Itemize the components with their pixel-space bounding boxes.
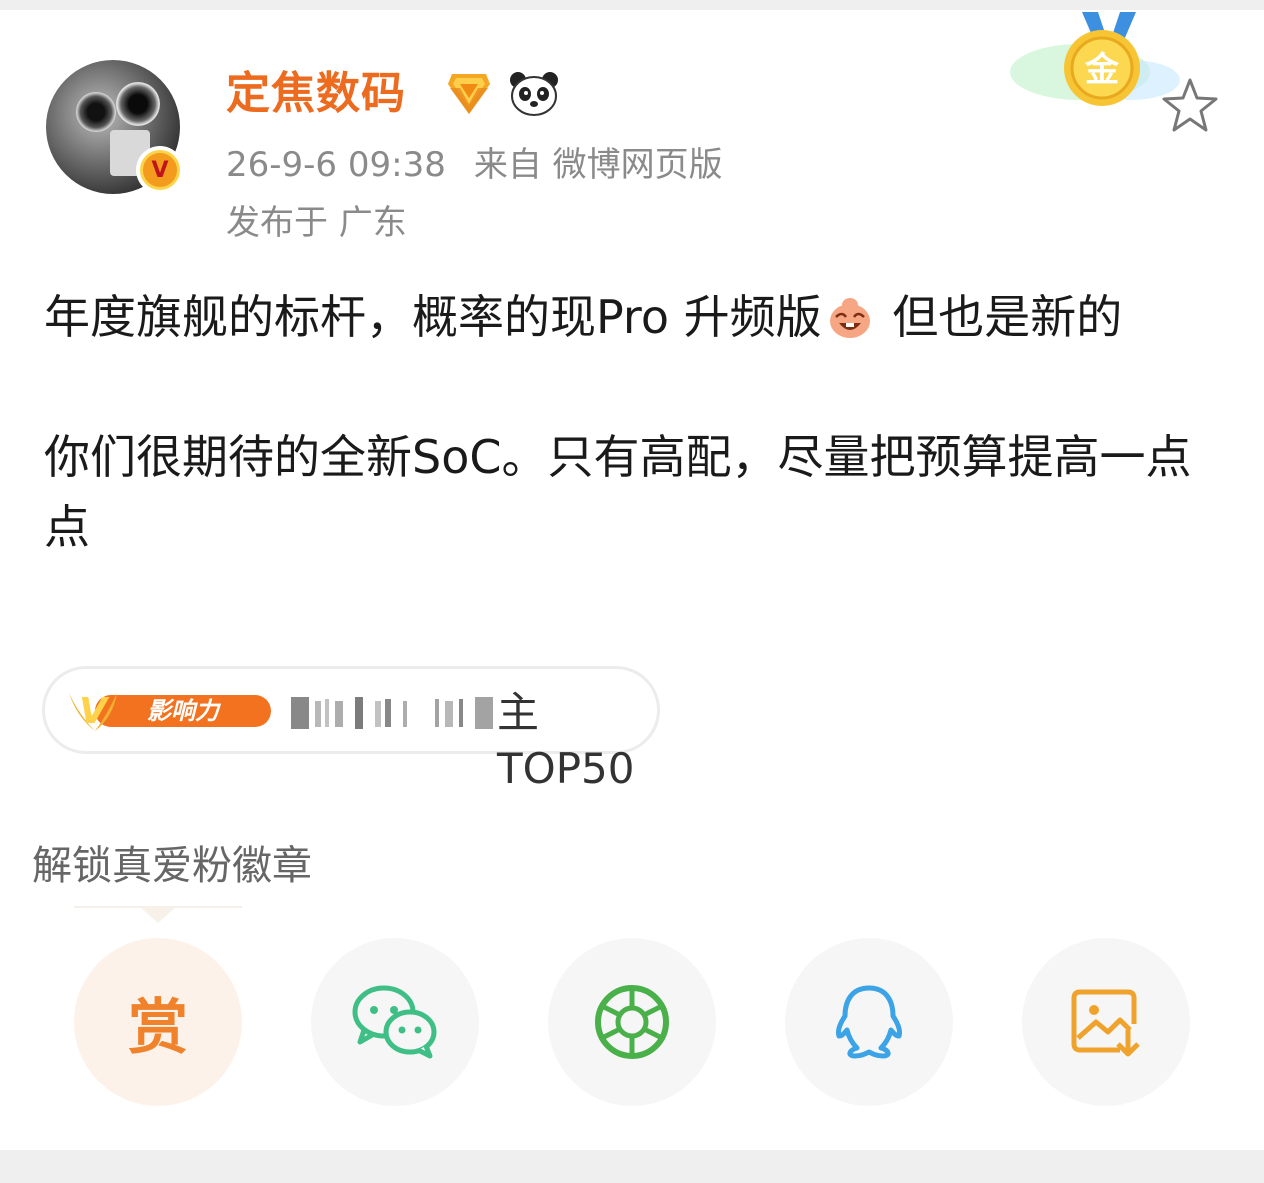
share-qq-button[interactable] — [785, 938, 953, 1106]
post-location: 发布于 广东 — [226, 203, 407, 243]
wechat-icon — [352, 985, 437, 1059]
post-paragraph: 年度旗舰的标杆，概率的现Pro 升频版 但也是新的 — [44, 282, 1234, 352]
post-source[interactable]: 来自 微博网页版 — [474, 145, 723, 185]
share-wechat-button[interactable] — [311, 938, 479, 1106]
post-paragraph: 你们很期待的全新SoC。只有高配，尽量把预算提高一点点 — [44, 422, 1234, 562]
post-content: 年度旗舰的标杆，概率的现Pro 升频版 但也是新的 你们很期待的全新SoC。只有… — [44, 282, 1234, 562]
top-divider — [0, 0, 1264, 10]
post-meta: 26-9-6 09:38 来自 微博网页版 — [226, 142, 723, 188]
influence-ranking: 主TOP50 — [497, 688, 635, 793]
favorite-star-icon[interactable] — [1160, 76, 1220, 134]
avatar-lens — [76, 92, 116, 132]
influence-tag[interactable]: V 影响力 主TOP50 — [42, 666, 660, 793]
avatar-lens — [116, 82, 160, 126]
reward-label: 赏 — [128, 992, 188, 1063]
gold-medal-icon[interactable]: 金 — [1010, 10, 1180, 120]
verified-badge-icon: V — [136, 146, 184, 194]
influence-badge-letter: V — [79, 691, 110, 732]
unlock-fan-badge-link[interactable]: 解锁真爱粉徽章 — [32, 840, 312, 892]
post-text-line: 你们很期待的全新SoC。只有高配，尽量把预算提高一点点 — [44, 430, 1192, 554]
tooltip-arrow — [140, 907, 176, 923]
save-image-icon — [1071, 989, 1140, 1057]
post-text-line: 但也是新的 — [877, 290, 1123, 344]
qq-icon — [836, 985, 902, 1059]
medal-label: 金 — [1084, 50, 1120, 90]
moments-icon — [595, 985, 669, 1059]
share-actions: 赏 — [0, 938, 1264, 1108]
obscured-text — [291, 697, 493, 729]
laughing-emoji-icon — [829, 298, 870, 338]
post-text-line: 年度旗舰的标杆，概率的现Pro 升频版 — [44, 290, 822, 344]
verified-mark: V — [140, 150, 180, 190]
post-timestamp: 26-9-6 09:38 — [226, 145, 446, 185]
username[interactable]: 定焦数码 — [226, 66, 406, 122]
user-rank-icon — [448, 74, 490, 114]
save-image-button[interactable] — [1022, 938, 1190, 1106]
reward-button[interactable]: 赏 — [74, 938, 242, 1106]
bottom-divider — [0, 1150, 1264, 1183]
influence-badge-label: 影响力 — [147, 697, 222, 725]
share-moments-button[interactable] — [548, 938, 716, 1106]
influence-badge-icon: V 影响力 — [69, 691, 271, 732]
panda-icon — [510, 72, 558, 116]
